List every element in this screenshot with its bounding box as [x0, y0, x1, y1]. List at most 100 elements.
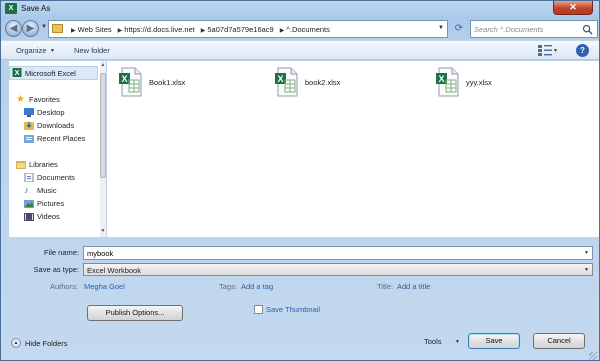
forward-arrow-icon[interactable]: ▶ [22, 20, 39, 37]
cancel-button[interactable]: Cancel [533, 333, 585, 349]
excel-icon: X [12, 68, 22, 77]
save-thumbnail-checkbox[interactable] [254, 305, 263, 314]
save-as-type-label: Save as type: [33, 265, 79, 274]
sidebar-item-label: Favorites [29, 95, 60, 104]
svg-text:X: X [438, 74, 444, 84]
save-thumbnail-label[interactable]: Save Thumbnail [266, 305, 320, 314]
file-name-dropdown-icon[interactable]: ▼ [584, 250, 589, 256]
recent-locations-dropdown-icon[interactable]: ▼ [41, 24, 47, 30]
desktop-icon [24, 108, 34, 117]
chevron-right-icon[interactable]: ▶ [118, 28, 123, 34]
breadcrumb-documents[interactable]: ^.Documents [286, 25, 330, 34]
navigation-pane: X Microsoft Excel ★ Favorites Desktop Do… [9, 61, 106, 237]
downloads-folder-icon [24, 122, 34, 130]
breadcrumb: ▶ Web Sites ▶ https://d.docs.live.net ▶ 5a07d… [67, 25, 332, 34]
sidebar-item-label: Music [37, 186, 57, 195]
chevron-right-icon[interactable]: ▶ [280, 28, 285, 34]
address-bar[interactable]: ▶ Web Sites ▶ https://d.docs.live.net ▶ 5a07d… [48, 20, 448, 38]
sidebar-item-desktop[interactable]: Desktop [24, 107, 96, 119]
organize-button[interactable]: Organize [16, 46, 46, 55]
file-name-label: File name: [43, 248, 79, 257]
sidebar-item-recent-places[interactable]: Recent Places [24, 133, 96, 145]
navigation-bar: ◀ ▶ ▼ ▶ Web Sites ▶ https://d.docs.live.net… [1, 18, 599, 40]
navigation-pane-scrollbar[interactable]: ▲ ▼ [100, 61, 106, 237]
save-button[interactable]: Save [468, 333, 520, 349]
excel-app-icon: X [5, 3, 17, 14]
excel-file-icon: X [275, 67, 298, 97]
save-as-type-dropdown-icon[interactable]: ▼ [584, 267, 589, 273]
breadcrumb-docs-live[interactable]: https://d.docs.live.net [124, 25, 194, 34]
chevron-right-icon[interactable]: ▶ [201, 28, 206, 34]
music-icon: ♪ [24, 185, 29, 195]
new-folder-button[interactable]: New folder [74, 46, 110, 55]
search-icon[interactable] [582, 24, 593, 35]
scrollbar-thumb[interactable] [100, 73, 106, 178]
svg-text:X: X [15, 68, 20, 77]
sidebar-item-label: Recent Places [37, 134, 86, 143]
excel-file-icon: X [119, 67, 142, 97]
tags-field[interactable]: Add a tag [241, 282, 273, 291]
authors-field[interactable]: Megha Goel [84, 282, 125, 291]
file-list: X Book1.xlsx X book2.xlsx X yyy.xlsx [107, 61, 599, 237]
breadcrumb-web-sites[interactable]: Web Sites [78, 25, 112, 34]
title-field[interactable]: Add a title [397, 282, 430, 291]
title-bar[interactable]: X Save As ✕ [1, 1, 599, 17]
refresh-icon[interactable]: ⟳ [451, 21, 467, 37]
sidebar-item-label: Microsoft Excel [25, 69, 76, 78]
chevron-up-icon[interactable]: ▲ [11, 338, 21, 348]
title-label: Title: [377, 282, 393, 291]
chevron-right-icon[interactable]: ▶ [71, 28, 76, 34]
svg-text:X: X [121, 74, 127, 84]
sidebar-item-label: Downloads [37, 121, 75, 130]
sidebar-item-music[interactable]: ♪ Music [24, 185, 96, 197]
pictures-icon [24, 200, 34, 208]
address-dropdown-icon[interactable]: ▼ [438, 25, 444, 31]
file-name-field[interactable]: ▼ [83, 246, 593, 260]
file-name: book2.xlsx [305, 78, 341, 87]
videos-icon [24, 213, 34, 221]
sidebar-item-label: Videos [37, 212, 60, 221]
sidebar-item-label: Desktop [37, 108, 65, 117]
file-name: yyy.xlsx [466, 78, 492, 87]
sidebar-item-label: Documents [37, 173, 75, 182]
folder-icon [52, 24, 63, 33]
window-title: Save As [21, 4, 51, 13]
file-name-input[interactable] [87, 248, 577, 259]
star-icon: ★ [16, 94, 25, 105]
views-dropdown-icon[interactable]: ▼ [553, 48, 558, 54]
svg-text:X: X [277, 74, 283, 84]
save-form: File name: ▼ Save as type: Excel Workboo… [1, 238, 599, 361]
scroll-down-icon[interactable]: ▼ [100, 228, 106, 236]
file-name: Book1.xlsx [149, 78, 186, 87]
publish-options-button[interactable]: Publish Options... [87, 305, 183, 321]
authors-label: Authors: [50, 282, 78, 291]
recent-places-icon [24, 135, 34, 143]
excel-file-icon: X [436, 67, 459, 97]
sidebar-item-videos[interactable]: Videos [24, 211, 96, 223]
search-input[interactable] [474, 25, 579, 34]
tools-button[interactable]: Tools [424, 337, 442, 346]
scroll-up-icon[interactable]: ▲ [100, 62, 106, 70]
sidebar-item-microsoft-excel[interactable]: X Microsoft Excel [9, 66, 98, 80]
breadcrumb-account-id[interactable]: 5a07d7a579e16ac9 [207, 25, 273, 34]
tags-label: Tags: [219, 282, 237, 291]
back-arrow-icon[interactable]: ◀ [5, 20, 22, 37]
sidebar-header-libraries[interactable]: Libraries [16, 159, 96, 171]
documents-icon [24, 173, 34, 182]
sidebar-item-pictures[interactable]: Pictures [24, 198, 96, 210]
save-as-dialog: X Save As ✕ ◀ ▶ ▼ ▶ Web Sites ▶ https://d.d… [0, 0, 600, 361]
sidebar-item-label: Libraries [29, 160, 58, 169]
help-icon[interactable]: ? [576, 44, 589, 57]
change-view-icon[interactable] [538, 45, 552, 56]
tools-dropdown-icon[interactable]: ▼ [455, 339, 460, 345]
sidebar-item-documents[interactable]: Documents [24, 172, 96, 184]
search-box[interactable] [470, 20, 598, 38]
close-button[interactable]: ✕ [553, 1, 593, 15]
save-as-type-select[interactable]: Excel Workbook ▼ [83, 263, 593, 276]
sidebar-header-favorites[interactable]: ★ Favorites [16, 94, 96, 106]
resize-grip-icon[interactable] [589, 352, 597, 360]
organize-dropdown-icon[interactable]: ▼ [50, 48, 55, 54]
sidebar-item-downloads[interactable]: Downloads [24, 120, 96, 132]
save-as-type-value: Excel Workbook [87, 266, 142, 275]
hide-folders-button[interactable]: Hide Folders [25, 339, 68, 348]
